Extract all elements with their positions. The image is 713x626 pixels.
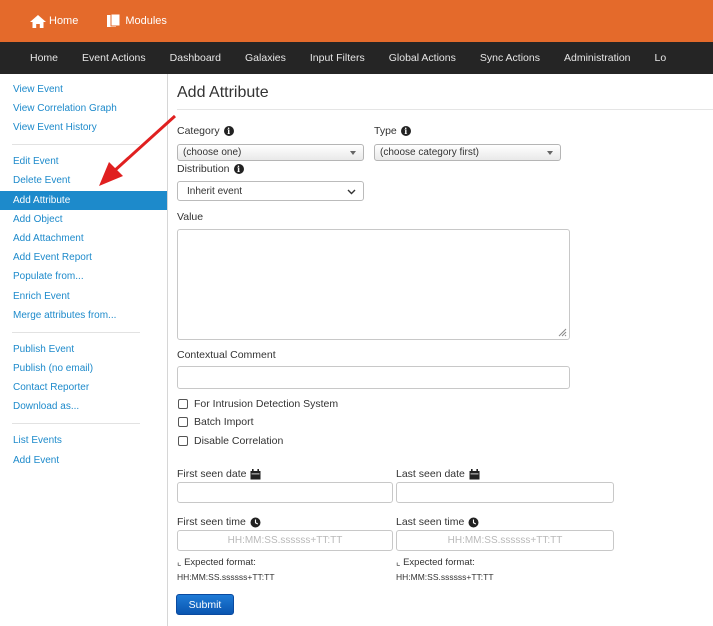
- modules-icon: [107, 14, 121, 27]
- category-label: Category i: [177, 125, 234, 137]
- home-link[interactable]: Home: [30, 14, 79, 28]
- sidebar-item-populate-from[interactable]: Populate from...: [0, 267, 167, 286]
- first-seen-date-label: First seen date: [177, 468, 261, 480]
- hint-corner-icon: ⌞: [177, 557, 182, 568]
- chevron-down-icon: [347, 189, 356, 195]
- sidebar-divider: [12, 423, 140, 424]
- clock-icon: [250, 517, 261, 527]
- hint-corner-icon: ⌞: [396, 557, 401, 568]
- sidebar-item-merge-attributes[interactable]: Merge attributes from...: [0, 306, 167, 325]
- comment-label: Contextual Comment: [177, 349, 276, 361]
- sidebar-item-contact-reporter[interactable]: Contact Reporter: [0, 378, 167, 397]
- expected-format-value: HH:MM:SS.ssssss+TT:TT: [396, 572, 494, 582]
- batch-import-label: Batch Import: [194, 416, 254, 428]
- expected-format-label: Expected format:: [184, 557, 256, 568]
- nav-logs[interactable]: Lo: [643, 52, 679, 64]
- sidebar-item-add-event[interactable]: Add Event: [0, 451, 167, 470]
- first-seen-time-label: First seen time: [177, 516, 261, 528]
- caret-down-icon: [547, 150, 553, 155]
- top-bar: Home Modules: [0, 0, 713, 42]
- ids-checkbox[interactable]: [178, 399, 188, 409]
- nav-administration[interactable]: Administration: [552, 52, 643, 64]
- modules-link[interactable]: Modules: [106, 14, 167, 28]
- distribution-label: Distribution i: [177, 163, 244, 175]
- info-icon: i: [400, 126, 411, 136]
- sidebar-item-add-attachment[interactable]: Add Attachment: [0, 229, 167, 248]
- last-seen-date-input[interactable]: [396, 482, 614, 503]
- disable-correlation-label: Disable Correlation: [194, 435, 284, 447]
- nav-sync-actions[interactable]: Sync Actions: [468, 52, 552, 64]
- sidebar-divider: [12, 332, 140, 333]
- submit-button[interactable]: Submit: [176, 594, 234, 615]
- first-seen-time-input[interactable]: HH:MM:SS.ssssss+TT:TT: [177, 530, 393, 551]
- type-label: Type i: [374, 125, 411, 137]
- value-label: Value: [177, 211, 204, 223]
- annotation-arrow-icon: [99, 114, 177, 186]
- last-seen-time-label: Last seen time: [396, 516, 479, 528]
- sidebar-item-list-events[interactable]: List Events: [0, 431, 167, 450]
- distribution-select[interactable]: Inherit event: [177, 181, 364, 201]
- title-divider: [177, 109, 713, 110]
- sidebar-item-add-object[interactable]: Add Object: [0, 210, 167, 229]
- add-attribute-form: Add Attribute Category i (choose one) Ty…: [168, 74, 713, 626]
- last-seen-date-label: Last seen date: [396, 468, 480, 480]
- first-seen-date-input[interactable]: [177, 482, 393, 503]
- ids-label: For Intrusion Detection System: [194, 398, 339, 410]
- clock-icon: [468, 517, 479, 527]
- type-select-value: (choose category first): [380, 147, 479, 158]
- expected-format-label: Expected format:: [403, 557, 475, 568]
- sidebar-item-download-as[interactable]: Download as...: [0, 397, 167, 416]
- value-textarea[interactable]: [177, 229, 570, 340]
- last-seen-time-placeholder: HH:MM:SS.ssssss+TT:TT: [447, 535, 563, 546]
- last-seen-date-label-text: Last seen date: [396, 468, 465, 480]
- caret-down-icon: [350, 150, 356, 155]
- resize-handle-icon[interactable]: [557, 327, 567, 337]
- sidebar-item-add-event-report[interactable]: Add Event Report: [0, 248, 167, 267]
- info-icon: i: [233, 164, 244, 174]
- first-seen-date-label-text: First seen date: [177, 468, 247, 480]
- nav-home[interactable]: Home: [0, 52, 70, 64]
- disable-correlation-checkbox[interactable]: [178, 436, 188, 446]
- nav-dashboard[interactable]: Dashboard: [158, 52, 233, 64]
- sidebar-item-add-attribute[interactable]: Add Attribute: [0, 191, 167, 210]
- nav-global-actions[interactable]: Global Actions: [377, 52, 468, 64]
- calendar-icon: [469, 468, 480, 479]
- page-title: Add Attribute: [177, 84, 269, 101]
- sidebar-item-publish-no-email[interactable]: Publish (no email): [0, 359, 167, 378]
- main-navbar: Home Event Actions Dashboard Galaxies In…: [0, 42, 713, 74]
- info-icon: i: [223, 126, 234, 136]
- first-seen-time-placeholder: HH:MM:SS.ssssss+TT:TT: [227, 535, 343, 546]
- nav-input-filters[interactable]: Input Filters: [298, 52, 377, 64]
- home-label: Home: [49, 15, 79, 27]
- nav-event-actions[interactable]: Event Actions: [70, 52, 158, 64]
- last-seen-time-label-text: Last seen time: [396, 516, 465, 528]
- sidebar-item-view-event[interactable]: View Event: [0, 80, 167, 99]
- sidebar-item-publish-event[interactable]: Publish Event: [0, 340, 167, 359]
- last-seen-time-hint: ⌞ Expected format: HH:MM:SS.ssssss+TT:TT: [396, 556, 494, 584]
- first-seen-time-hint: ⌞ Expected format: HH:MM:SS.ssssss+TT:TT: [177, 556, 275, 584]
- type-select[interactable]: (choose category first): [374, 144, 561, 161]
- batch-import-checkbox[interactable]: [178, 417, 188, 427]
- category-select-value: (choose one): [183, 147, 242, 158]
- first-seen-time-label-text: First seen time: [177, 516, 246, 528]
- expected-format-value: HH:MM:SS.ssssss+TT:TT: [177, 572, 275, 582]
- nav-galaxies[interactable]: Galaxies: [233, 52, 298, 64]
- distribution-select-value: Inherit event: [187, 185, 243, 197]
- modules-label: Modules: [125, 15, 167, 27]
- comment-input[interactable]: [177, 366, 570, 389]
- sidebar-item-enrich-event[interactable]: Enrich Event: [0, 287, 167, 306]
- last-seen-time-input[interactable]: HH:MM:SS.ssssss+TT:TT: [396, 530, 614, 551]
- home-icon: [30, 14, 46, 28]
- calendar-icon: [250, 468, 261, 479]
- type-label-text: Type: [374, 125, 397, 137]
- category-select[interactable]: (choose one): [177, 144, 364, 161]
